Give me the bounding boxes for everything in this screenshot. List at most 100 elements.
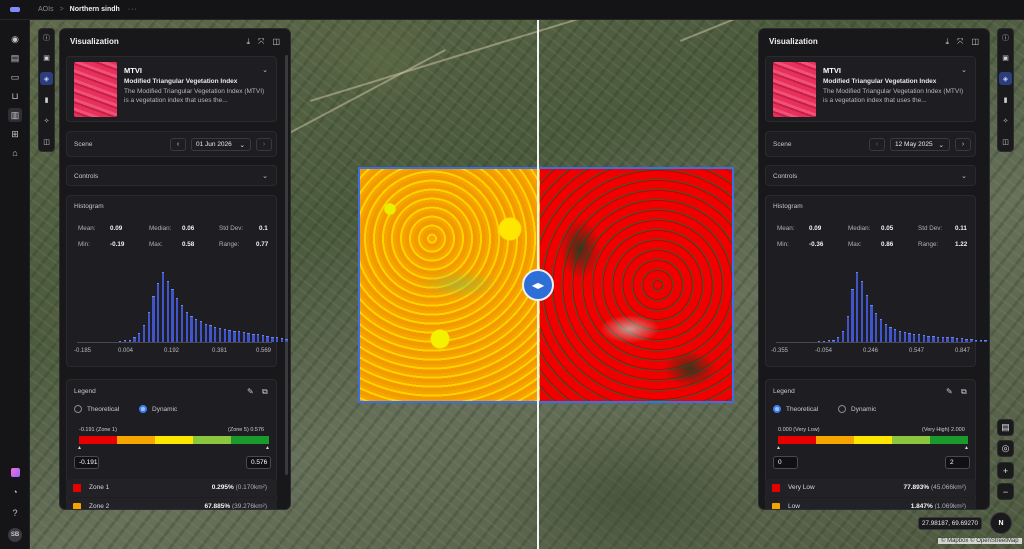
store-icon[interactable]: ⌂ bbox=[8, 146, 22, 160]
scene-card: Scene ‹ 12 May 2025 ⌄ › bbox=[765, 131, 976, 157]
download-icon[interactable]: ⤓ bbox=[945, 37, 949, 47]
zone-percent: 1.847% bbox=[910, 503, 933, 510]
next-scene-button[interactable]: › bbox=[256, 138, 272, 151]
edit-icon[interactable]: ✎ bbox=[247, 387, 254, 396]
histogram-tick: 0.381 bbox=[212, 348, 228, 354]
dynamic-radio[interactable] bbox=[139, 405, 147, 413]
info-icon[interactable]: ⓘ bbox=[40, 31, 53, 44]
map-icon[interactable]: ▥ bbox=[8, 108, 22, 122]
map-layers-icon[interactable]: ▤ bbox=[997, 419, 1014, 436]
compass-button[interactable]: N bbox=[990, 512, 1012, 534]
color-stop bbox=[778, 436, 816, 444]
compass-icon[interactable]: ◉ bbox=[8, 32, 22, 46]
max-value-input[interactable]: 0.576 bbox=[246, 456, 271, 469]
scene-date-select[interactable]: 01 Jun 2026 ⌄ bbox=[191, 138, 251, 151]
prev-scene-button[interactable]: ‹ bbox=[170, 138, 186, 151]
layers-icon[interactable]: ◈ bbox=[40, 72, 53, 85]
zone-percent: 0.295% bbox=[211, 484, 234, 491]
legend-zone-row: Zone 2 67.885% (39.276km²) bbox=[66, 498, 277, 509]
workflow-icon[interactable]: ⊞ bbox=[8, 127, 22, 141]
zone-swatch bbox=[73, 484, 81, 492]
controls-section[interactable]: Controls ⌄ bbox=[66, 165, 277, 186]
zone-swatch bbox=[73, 503, 81, 509]
locate-icon[interactable]: ◎ bbox=[997, 440, 1014, 457]
theoretical-label[interactable]: Theoretical bbox=[87, 406, 119, 413]
index-name: Modified Triangular Vegetation Index bbox=[124, 78, 238, 85]
theoretical-radio[interactable] bbox=[74, 405, 82, 413]
stat-range-label: Range: bbox=[219, 241, 240, 248]
index-selector[interactable]: MTVI Modified Triangular Vegetation Inde… bbox=[765, 56, 976, 122]
panel-title: Visualization bbox=[769, 37, 818, 46]
histogram-bar bbox=[290, 340, 291, 342]
zoom-out-button[interactable]: − bbox=[997, 483, 1014, 500]
legend-label: Legend bbox=[773, 388, 795, 395]
chart-icon[interactable]: ▮ bbox=[999, 93, 1012, 106]
histogram-tick: 0.547 bbox=[909, 348, 925, 354]
copy-icon[interactable]: ⧉ bbox=[961, 387, 967, 397]
expand-icon[interactable]: ⤧ bbox=[957, 37, 963, 47]
copy-icon[interactable]: ⧉ bbox=[262, 387, 268, 397]
sparkle-icon[interactable]: ✧ bbox=[40, 114, 53, 127]
chevron-down-icon[interactable]: ⌄ bbox=[961, 172, 967, 180]
max-handle[interactable]: ▲ bbox=[265, 445, 270, 451]
max-value-input[interactable]: 2 bbox=[945, 456, 970, 469]
more-options-icon[interactable]: ··· bbox=[128, 6, 138, 13]
chevron-down-icon[interactable]: ⌄ bbox=[262, 66, 268, 74]
sparkle-icon[interactable]: ✧ bbox=[999, 114, 1012, 127]
dynamic-label[interactable]: Dynamic bbox=[152, 406, 177, 413]
panel-toggle-icon[interactable]: ◫ bbox=[971, 37, 979, 47]
index-code: MTVI bbox=[124, 66, 142, 75]
info-icon[interactable]: ⓘ bbox=[999, 31, 1012, 44]
histogram-bar bbox=[157, 282, 160, 342]
dynamic-radio[interactable] bbox=[838, 405, 846, 413]
help-icon[interactable]: ? bbox=[8, 506, 22, 520]
stat-median: 0.05 bbox=[881, 225, 894, 232]
chevron-down-icon[interactable]: ⌄ bbox=[961, 66, 967, 74]
chevron-down-icon[interactable]: ⌄ bbox=[262, 172, 268, 180]
truck-icon[interactable]: ▭ bbox=[8, 70, 22, 84]
split-view-icon[interactable]: ◫ bbox=[40, 135, 53, 148]
zone-area: (1.069km²) bbox=[934, 503, 966, 510]
compare-slider-handle[interactable]: ◀▶ bbox=[522, 269, 554, 301]
min-handle[interactable]: ▲ bbox=[776, 445, 781, 451]
app-logo[interactable] bbox=[0, 0, 30, 20]
prev-scene-button[interactable]: ‹ bbox=[869, 138, 885, 151]
theoretical-radio[interactable] bbox=[773, 405, 781, 413]
breadcrumb-root[interactable]: AOIs bbox=[38, 6, 54, 13]
histogram-tick: -0.185 bbox=[74, 348, 92, 354]
app-icon[interactable] bbox=[8, 465, 22, 479]
map-attribution[interactable]: © Mapbox © OpenStreetMap bbox=[938, 538, 1022, 544]
folder-icon[interactable]: ▤ bbox=[8, 51, 22, 65]
image-icon[interactable]: ▣ bbox=[999, 51, 1012, 64]
panel-toggle-icon[interactable]: ◫ bbox=[272, 37, 280, 47]
min-value-input[interactable]: 0 bbox=[773, 456, 798, 469]
user-avatar[interactable]: SB bbox=[8, 528, 22, 542]
zoom-in-button[interactable]: + bbox=[997, 462, 1014, 479]
scrollbar[interactable] bbox=[285, 55, 288, 475]
bell-icon[interactable]: ◔ bbox=[8, 485, 22, 499]
min-value-input[interactable]: -0.191 bbox=[74, 456, 99, 469]
cart-icon[interactable]: ⊔ bbox=[8, 89, 22, 103]
histogram-bar bbox=[223, 329, 226, 342]
next-scene-button[interactable]: › bbox=[955, 138, 971, 151]
histogram-axis bbox=[776, 342, 971, 343]
histogram-bar bbox=[280, 338, 284, 342]
color-stop bbox=[930, 436, 968, 444]
edit-icon[interactable]: ✎ bbox=[946, 387, 953, 396]
expand-icon[interactable]: ⤧ bbox=[258, 37, 264, 47]
controls-section[interactable]: Controls ⌄ bbox=[765, 165, 976, 186]
image-icon[interactable]: ▣ bbox=[40, 51, 53, 64]
theoretical-label[interactable]: Theoretical bbox=[786, 406, 818, 413]
split-view-icon[interactable]: ◫ bbox=[999, 135, 1012, 148]
min-handle[interactable]: ▲ bbox=[77, 445, 82, 451]
max-handle[interactable]: ▲ bbox=[964, 445, 969, 451]
stat-min-label: Min: bbox=[777, 241, 789, 248]
dynamic-label[interactable]: Dynamic bbox=[851, 406, 876, 413]
stat-std: 0.11 bbox=[955, 225, 967, 232]
layers-icon[interactable]: ◈ bbox=[999, 72, 1012, 85]
download-icon[interactable]: ⤓ bbox=[246, 37, 250, 47]
scene-date-select[interactable]: 12 May 2025 ⌄ bbox=[890, 138, 950, 151]
chart-icon[interactable]: ▮ bbox=[40, 93, 53, 106]
histogram-bar bbox=[870, 305, 873, 342]
index-selector[interactable]: MTVI Modified Triangular Vegetation Inde… bbox=[66, 56, 277, 122]
